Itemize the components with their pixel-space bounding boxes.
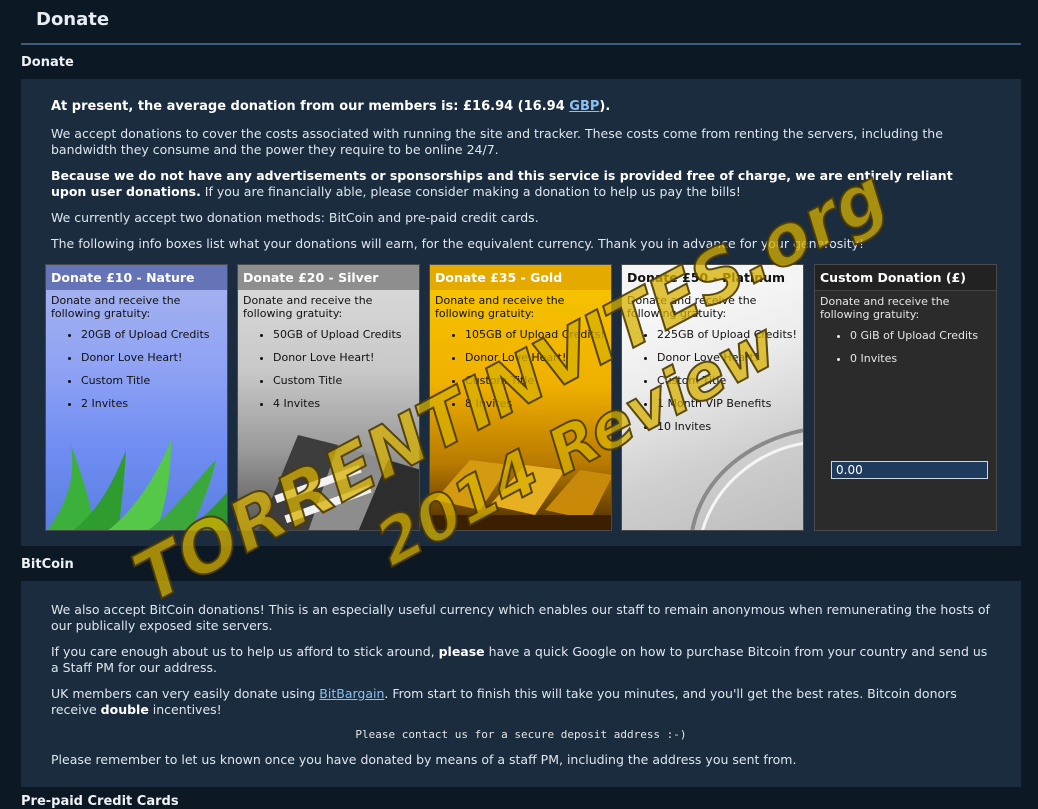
tier-card-nature[interactable]: Donate £10 - Nature Donate and receive t… [45,264,228,531]
bitcoin-contact-text: Please contact us for a secure deposit a… [355,728,687,741]
reliance-rest: If you are financially able, please cons… [200,184,741,199]
tier-intro: Donate and receive the following gratuit… [627,294,757,320]
list-item: 105GB of Upload Credits! [465,328,606,341]
bitcoin-intro-text: We also accept BitCoin donations! This i… [51,602,990,633]
tier-card-body: Donate and receive the following gratuit… [238,290,419,424]
list-item: Custom Title [273,374,414,387]
list-item: Donor Love Heart! [465,351,606,364]
tier-card-header: Donate £10 - Nature [46,265,227,290]
list-item: 0 Invites [850,352,991,365]
tier-card-body: Donate and receive the following gratuit… [430,290,611,424]
list-item: 2 Invites [81,397,222,410]
tier-benefits-list: 0 GiB of Upload Credits 0 Invites [820,329,991,365]
title-divider [21,43,1021,45]
donate-methods-text: We currently accept two donation methods… [51,210,539,225]
donate-intro-text: We accept donations to cover the costs a… [51,126,943,157]
custom-amount-input[interactable] [831,461,988,479]
uk-text-c: incentives! [148,702,222,717]
average-donation-text: At present, the average donation from ou… [51,99,991,115]
list-item: 50GB of Upload Credits [273,328,414,341]
list-item: Custom Title [81,374,222,387]
bitcoin-reminder-text: Please remember to let us known once you… [51,752,797,767]
list-item: 1 Month VIP Benefits [657,397,798,410]
tier-card-header: Donate £35 - Gold [430,265,611,290]
tier-card-header: Custom Donation (£) [815,265,996,291]
donate-infobox-text: The following info boxes list what your … [51,236,865,251]
tier-intro: Donate and receive the following gratuit… [243,294,373,320]
list-item: 20GB of Upload Credits [81,328,222,341]
section-label-donate: Donate [21,55,74,70]
tier-card-platinum[interactable]: Donate £50 - Platinum Donate and receive… [621,264,804,531]
tier-benefits-list: 50GB of Upload Credits Donor Love Heart!… [243,328,414,410]
list-item: Donor Love Heart! [273,351,414,364]
page-title: Donate [36,9,110,30]
google-text-a: If you care enough about us to help us a… [51,644,439,659]
average-prefix: At present, the average donation from ou… [51,99,570,114]
tier-card-body: Donate and receive the following gratuit… [46,290,227,424]
gbp-link[interactable]: GBP [569,99,599,114]
tier-card-custom[interactable]: Custom Donation (£) Donate and receive t… [814,264,997,531]
tier-intro: Donate and receive the following gratuit… [820,295,950,321]
list-item: 8 Invites [465,397,606,410]
bitcoin-uk-text: UK members can very easily donate using … [51,686,991,718]
donate-panel: At present, the average donation from ou… [21,79,1021,546]
bitbargain-link[interactable]: BitBargain [319,686,384,701]
list-item: Custom Title [465,374,606,387]
tier-benefits-list: 225GB of Upload Credits! Donor Love Hear… [627,328,798,433]
list-item: Donor Love Heart! [657,351,798,364]
list-item: 10 Invites [657,420,798,433]
tier-benefits-list: 105GB of Upload Credits! Donor Love Hear… [435,328,606,410]
list-item: Custom Title [657,374,798,387]
list-item: 225GB of Upload Credits! [657,328,798,341]
tier-card-header: Donate £20 - Silver [238,265,419,290]
bitcoin-google-text: If you care enough about us to help us a… [51,644,991,676]
google-text-bold: please [438,644,485,659]
tier-intro: Donate and receive the following gratuit… [435,294,565,320]
section-label-bitcoin: BitCoin [21,557,74,572]
bitcoin-panel: We also accept BitCoin donations! This i… [21,581,1021,787]
donate-reliance-text: Because we do not have any advertisement… [51,168,991,200]
average-suffix: ). [599,99,611,114]
tier-card-body: Donate and receive the following gratuit… [622,290,803,447]
list-item: 0 GiB of Upload Credits [850,329,991,342]
tier-card-silver[interactable]: Donate £20 - Silver Donate and receive t… [237,264,420,531]
uk-text-bold: double [100,702,149,717]
list-item: Donor Love Heart! [81,351,222,364]
uk-text-a: UK members can very easily donate using [51,686,320,701]
tier-intro: Donate and receive the following gratuit… [51,294,181,320]
tier-card-gold[interactable]: Donate £35 - Gold Donate and receive the… [429,264,612,531]
list-item: 4 Invites [273,397,414,410]
tier-card-body: Donate and receive the following gratuit… [815,291,996,379]
tier-benefits-list: 20GB of Upload Credits Donor Love Heart!… [51,328,222,410]
tier-card-header: Donate £50 - Platinum [622,265,803,290]
